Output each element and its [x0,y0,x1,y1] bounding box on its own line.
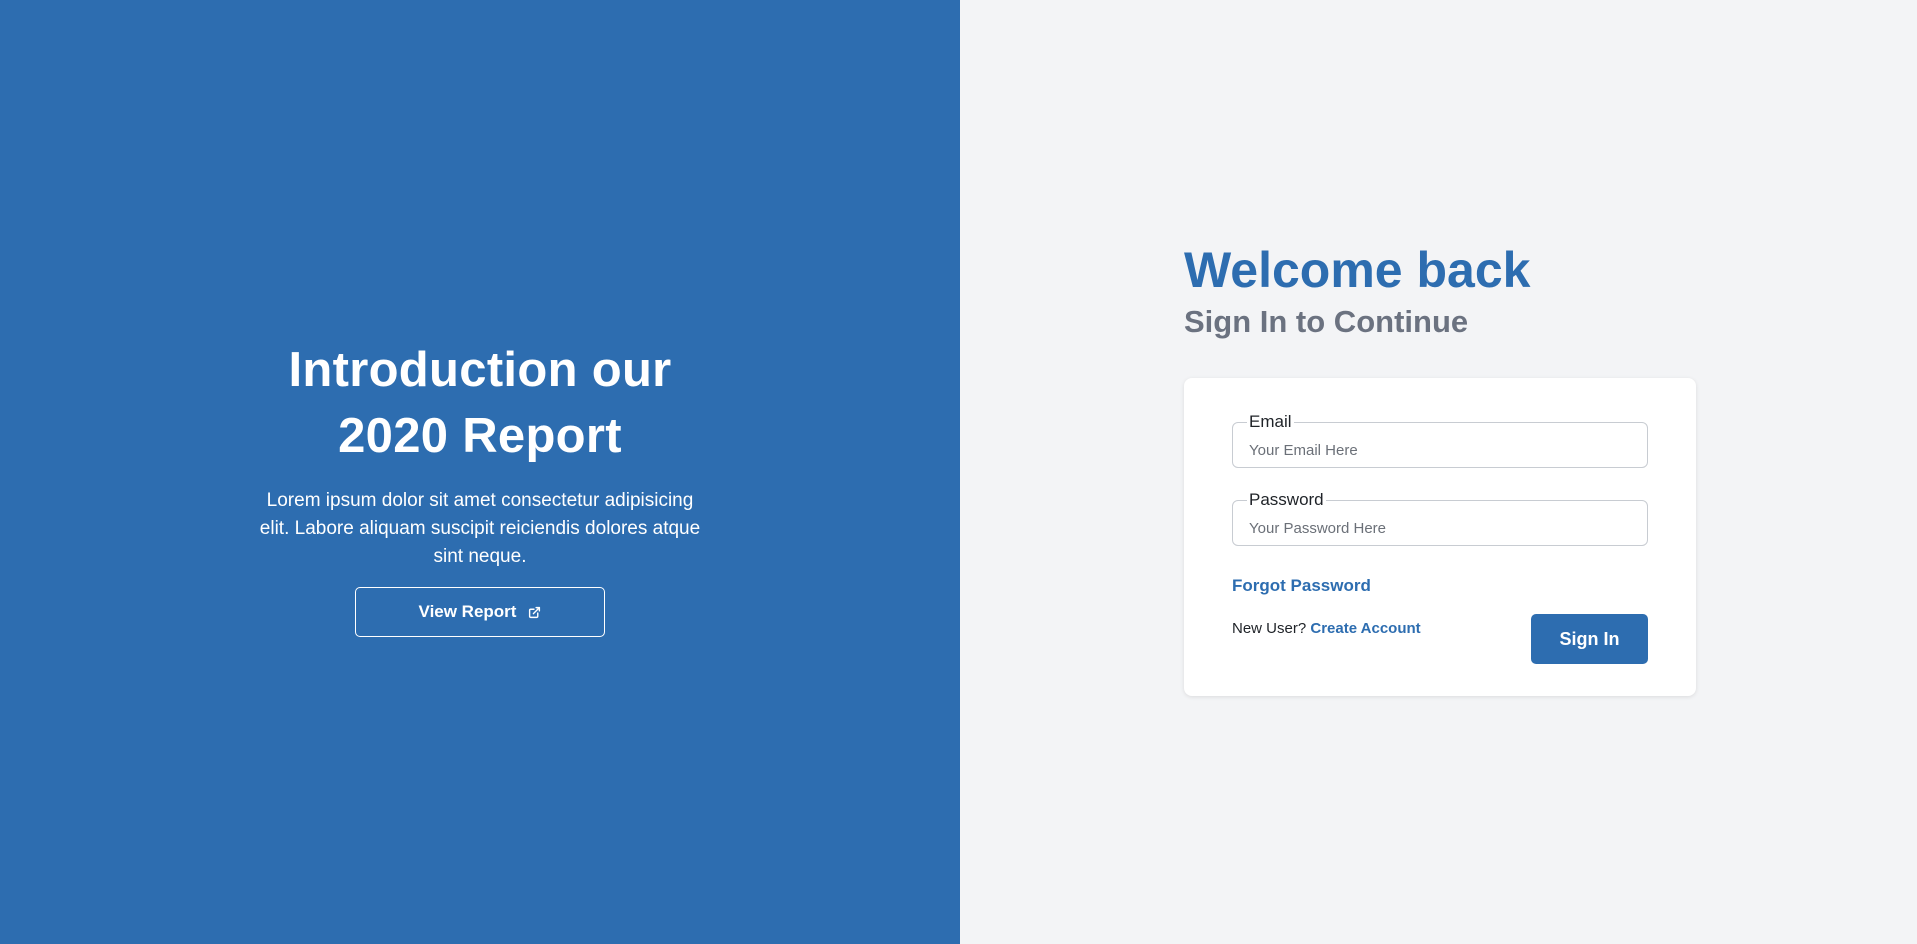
email-field-wrapper: Email [1232,412,1648,468]
hero-panel: Introduction our 2020 Report Lorem ipsum… [0,0,960,944]
view-report-label: View Report [418,602,517,621]
hero-title-line-2: 2020 Report [338,409,622,463]
password-label: Password [1247,490,1326,510]
card-footer: New User? Create Account Sign In [1232,614,1648,664]
hero-description: Lorem ipsum dolor sit amet consectetur a… [259,490,701,567]
page-subtitle: Sign In to Continue [1184,304,1469,339]
login-page: Introduction our 2020 Report Lorem ipsum… [0,0,1917,944]
external-link-icon [528,606,541,619]
login-card: Email Password Forgot Password New User?… [1184,378,1696,696]
login-content: Welcome back Sign In to Continue Email P… [1184,240,1696,696]
hero-content: Introduction our 2020 Report Lorem ipsum… [250,337,710,637]
new-user-prompt: New User? Create Account [1232,620,1421,637]
hero-title: Introduction our 2020 Report [288,337,671,469]
page-title: Welcome back [1184,242,1531,298]
sign-in-button[interactable]: Sign In [1531,614,1648,664]
new-user-text: New User? [1232,620,1307,637]
view-report-button[interactable]: View Report [355,587,605,637]
email-label: Email [1247,412,1294,432]
password-field-wrapper: Password [1232,490,1648,546]
create-account-link[interactable]: Create Account [1310,620,1420,637]
hero-title-line-1: Introduction our [288,343,672,397]
forgot-password-link[interactable]: Forgot Password [1232,576,1371,596]
email-field[interactable] [1233,423,1647,467]
login-panel: Welcome back Sign In to Continue Email P… [960,0,1917,944]
